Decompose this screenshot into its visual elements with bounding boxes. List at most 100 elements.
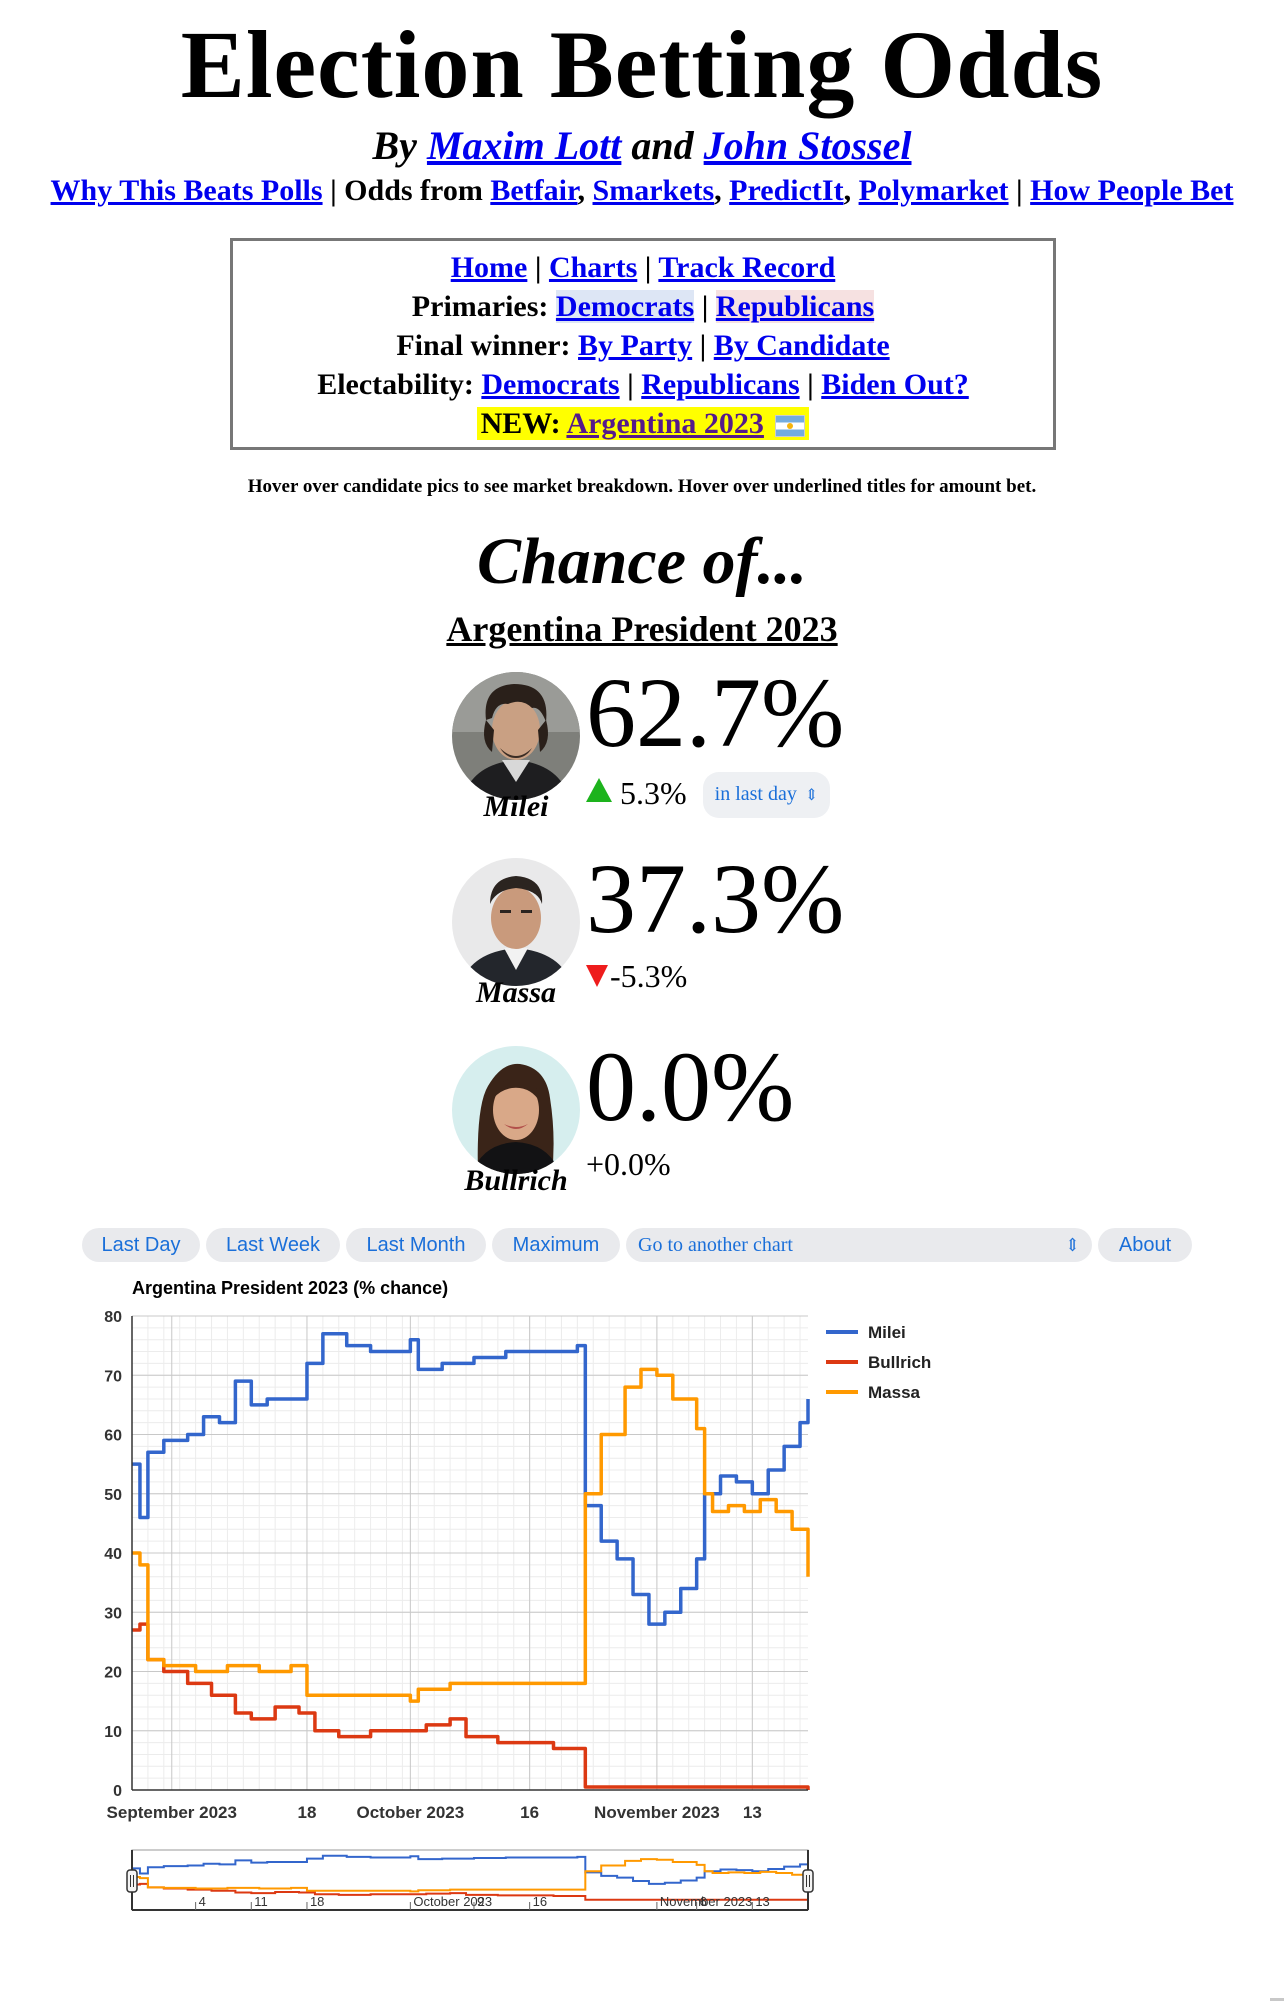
electability-label: Electability: [317,368,474,401]
by-candidate-link[interactable]: By Candidate [714,329,890,362]
legend-label-massa: Massa [868,1383,921,1402]
navigator-right-handle[interactable] [802,1869,814,1893]
y-tick-label: 0 [113,1783,122,1800]
x-tick-label: 18 [298,1803,317,1822]
primaries-republicans-link[interactable]: Republicans [715,290,875,323]
new-label: NEW: [480,407,561,440]
y-tick-label: 20 [104,1665,122,1682]
y-tick-label: 80 [104,1309,122,1326]
menu-row-main: Home | Charts | Track Record [450,251,836,284]
chance-of-heading: Chance of... [477,525,807,598]
site-title: Election Betting Odds [180,11,1104,118]
track-record-link[interactable]: Track Record [658,251,835,284]
y-tick-label: 30 [104,1605,122,1622]
y-tick-label: 70 [104,1368,122,1385]
biden-out-link[interactable]: Biden Out? [821,368,969,401]
final-winner-label: Final winner: [396,329,571,362]
menu-row-new: NEW: Argentina 2023 [233,404,1053,443]
period-select[interactable]: in last day ⇕ [702,772,831,818]
menu-row-final: Final winner: By Party | By Candidate [396,329,890,362]
betfair-link[interactable]: Betfair [490,174,577,207]
candidate-change: +0.0% [586,1146,671,1182]
candidate-percent: 37.3% [586,843,845,954]
x-tick-label: 13 [743,1803,762,1822]
chevron-updown-icon: ⇕ [804,787,819,804]
navigator-tick-label: 13 [755,1894,769,1909]
navigator-tick-label: 6 [700,1894,707,1909]
byline: By Maxim Lott and John Stossel [0,122,1284,170]
hover-hint: Hover over candidate pics to see market … [247,476,1037,497]
chart-controls: Last Day Last Week Last Month Maximum Go… [82,1228,1192,1262]
by-party-link[interactable]: By Party [578,329,692,362]
candidate-bullrich: Bullrich 0.0% +0.0% [452,1032,872,1216]
maximum-button[interactable]: Maximum [492,1228,620,1262]
argentina-flag-icon [775,415,806,438]
candidate-change: 5.3% in last day ⇕ [586,772,831,818]
nav-menu-box: Home | Charts | Track Record Primaries: … [230,238,1056,450]
navigator-tick-label: 11 [254,1894,268,1909]
predictit-link[interactable]: PredictIt [729,174,843,207]
navigator-tick-label: 18 [310,1894,324,1909]
change-value: -5.3% [610,958,688,994]
chart-select[interactable]: Go to another chart ⇕ [626,1228,1092,1262]
navigator-tick-label: 9 [477,1894,484,1909]
arrow-up-icon [586,778,612,802]
argentina-2023-link[interactable]: Argentina 2023 [566,407,764,440]
candidate-massa: Massa 37.3% -5.3% [452,844,872,1028]
menu-row-electability: Electability: Democrats | Republicans | … [317,368,969,401]
candidate-percent: 0.0% [586,1031,795,1142]
new-highlight: NEW: Argentina 2023 [476,407,810,440]
legend-label-milei: Milei [868,1323,906,1342]
primaries-label: Primaries: [411,290,549,323]
chart-title: Argentina President 2023 (% chance) [132,1278,448,1298]
last-week-button[interactable]: Last Week [206,1228,340,1262]
candidate-change: -5.3% [586,958,687,994]
candidate-milei: Milei 62.7% 5.3% in last day ⇕ [452,658,872,842]
series-line-milei [132,1332,810,1626]
candidate-name: Bullrich [464,1164,568,1197]
primaries-democrats-link[interactable]: Democrats [555,290,695,323]
bullrich-avatar[interactable] [452,1046,580,1174]
author-link-maxim-lott[interactable]: Maxim Lott [427,123,621,168]
y-tick-label: 10 [104,1724,122,1741]
top-nav: Why This Beats Polls | Odds from Betfair… [50,174,1234,207]
y-tick-label: 60 [104,1428,122,1445]
about-button[interactable]: About [1098,1228,1192,1262]
navigator-left-handle[interactable] [126,1869,138,1893]
arrow-down-icon [586,965,608,987]
change-value: 5.3% [620,775,687,811]
x-tick-label: November 2023 [594,1803,720,1822]
why-this-beats-polls-link[interactable]: Why This Beats Polls [51,174,323,207]
x-tick-label: September 2023 [107,1803,237,1822]
chart-legend: Milei Bullrich Massa [826,1323,931,1402]
massa-avatar[interactable] [452,858,580,986]
electability-democrats-link[interactable]: Democrats [481,368,619,401]
legend-label-bullrich: Bullrich [868,1353,931,1372]
last-day-button[interactable]: Last Day [82,1228,200,1262]
odds-line-chart: 0 10 20 30 40 50 60 70 80 September 2023 18 October… [104,1278,931,1911]
x-tick-label: October 2023 [356,1803,464,1822]
author-link-john-stossel[interactable]: John Stossel [704,123,912,168]
electability-republicans-link[interactable]: Republicans [641,368,799,401]
x-tick-label: 16 [520,1803,539,1822]
chart-lines [132,1332,810,1790]
milei-avatar[interactable] [452,672,580,800]
candidate-name: Milei [483,790,549,823]
chevron-updown-icon: ⇕ [1064,1235,1080,1255]
charts-link[interactable]: Charts [549,251,637,284]
polymarket-link[interactable]: Polymarket [859,174,1009,207]
navigator-tick-label: 4 [199,1894,206,1909]
home-link[interactable]: Home [451,251,528,284]
candidate-name: Massa [475,976,557,1009]
last-month-button[interactable]: Last Month [346,1228,486,1262]
range-navigator[interactable]: 4 11 18 October 20239 16 November 20236 13 [126,1849,814,1911]
how-people-bet-link[interactable]: How People Bet [1030,174,1233,207]
y-tick-label: 40 [104,1546,122,1563]
y-tick-label: 50 [104,1487,122,1504]
odds-from-label: Odds from [344,174,483,207]
chart-axes: 0 10 20 30 40 50 60 70 80 September 2023 18 October… [104,1309,808,1822]
smarkets-link[interactable]: Smarkets [593,174,715,207]
menu-row-primaries: Primaries: Democrats | Republicans [411,290,875,323]
chart-grid [131,1315,808,1791]
series-line-massa [132,1367,810,1703]
